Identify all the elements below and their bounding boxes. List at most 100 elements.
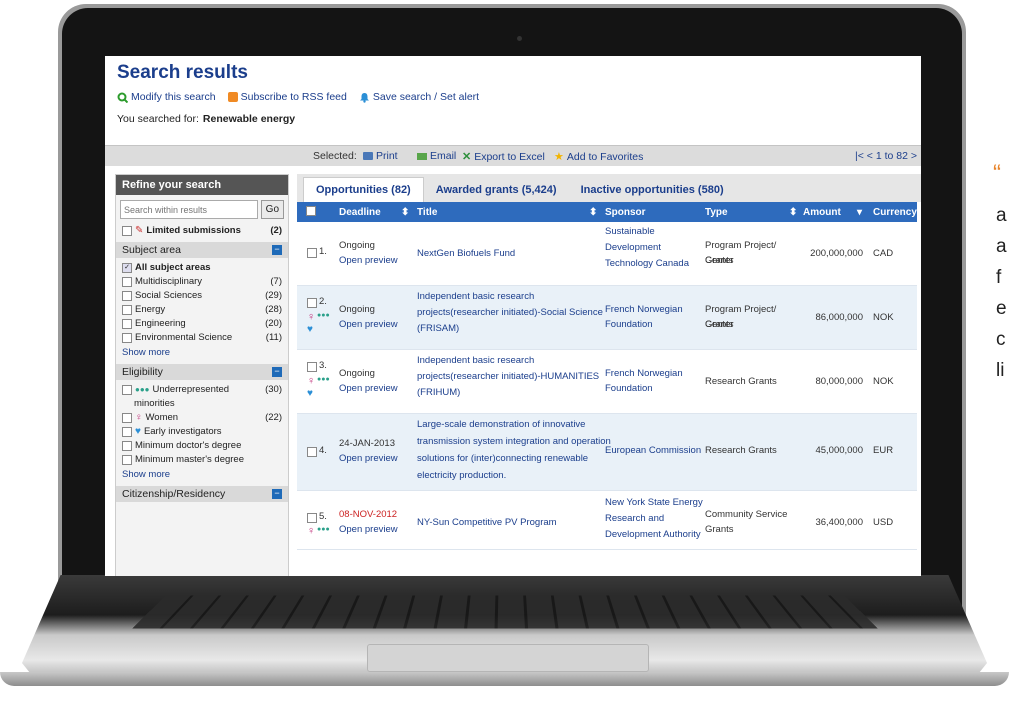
sort-icon[interactable]: ⬍ <box>401 207 409 218</box>
modify-search-link[interactable]: Modify this search <box>117 91 216 103</box>
tab-opportunities[interactable]: Opportunities (82) <box>303 177 424 202</box>
row-title-link[interactable]: solutions for (inter)connecting renewabl… <box>417 451 613 466</box>
row-title-link[interactable]: electricity production. <box>417 468 613 483</box>
table-row[interactable]: 3. ♀ ●●● ♥ Ongoing Open preview Independ… <box>297 350 917 414</box>
sort-icon[interactable]: ⬍ <box>789 207 797 218</box>
row-checkbox[interactable] <box>307 362 317 372</box>
row-checkbox[interactable] <box>307 447 317 457</box>
open-preview-link[interactable]: Open preview <box>339 522 398 537</box>
email-button[interactable]: Email <box>417 150 456 162</box>
citizenship-header[interactable]: Citizenship/Residency − <box>116 486 288 502</box>
export-excel-button[interactable]: ✕ Export to Excel <box>462 150 545 164</box>
checkbox[interactable] <box>122 441 132 451</box>
collapse-icon[interactable]: − <box>272 245 282 255</box>
printer-icon <box>363 152 373 160</box>
checkbox[interactable] <box>122 333 132 343</box>
row-sponsor[interactable]: Sustainable <box>605 224 703 239</box>
checkbox[interactable] <box>122 427 132 437</box>
row-sponsor[interactable]: Technology Canada <box>605 256 703 271</box>
row-sponsor[interactable]: Development Authority <box>605 527 703 542</box>
select-all-checkbox[interactable] <box>306 206 316 216</box>
subject-row[interactable]: Social Sciences (29) <box>116 289 288 303</box>
subject-row[interactable]: Engineering (20) <box>116 317 288 331</box>
rss-link[interactable]: Subscribe to RSS feed <box>227 91 347 103</box>
tab-awarded-grants[interactable]: Awarded grants (5,424) <box>424 178 569 202</box>
row-sponsor[interactable]: European Commission <box>605 443 703 458</box>
open-preview-link[interactable]: Open preview <box>339 317 398 332</box>
row-sponsor[interactable]: Foundation <box>605 381 703 396</box>
checkbox[interactable] <box>122 277 132 287</box>
eligibility-row[interactable]: ♥ Early investigators <box>116 425 288 439</box>
refine-heading: Refine your search <box>116 175 288 195</box>
row-title-link[interactable]: projects(researcher initiated)-HUMANITIE… <box>417 369 613 384</box>
column-sponsor[interactable]: Sponsor <box>605 207 646 218</box>
row-checkbox[interactable] <box>307 298 317 308</box>
column-amount[interactable]: Amount <box>803 207 841 218</box>
row-sponsor[interactable]: Foundation <box>605 317 703 332</box>
row-title-link[interactable]: (FRIHUM) <box>417 385 613 400</box>
row-sponsor[interactable]: New York State Energy <box>605 495 703 510</box>
eligibility-row[interactable]: ●●● Underrepresented (30) <box>116 383 288 397</box>
search-within-input[interactable] <box>120 200 258 219</box>
row-title-link[interactable]: transmission system integration and oper… <box>417 434 613 449</box>
subject-show-more-link[interactable]: Show more <box>116 345 288 360</box>
row-title-link[interactable]: projects(researcher initiated)-Social Sc… <box>417 305 613 320</box>
collapse-icon[interactable]: − <box>272 367 282 377</box>
row-sponsor[interactable]: French Norwegian <box>605 366 703 381</box>
checkbox[interactable] <box>122 226 132 236</box>
print-button[interactable]: Print <box>363 150 398 162</box>
table-row[interactable]: 1. Ongoing Open preview NextGen Biofuels… <box>297 222 917 286</box>
table-row[interactable]: 2. ♀ ●●● ♥ Ongoing Open preview Independ… <box>297 286 917 350</box>
checkbox[interactable] <box>122 455 132 465</box>
subject-row[interactable]: Energy (28) <box>116 303 288 317</box>
row-sponsor[interactable]: Development <box>605 240 703 255</box>
sort-desc-icon[interactable]: ▾ <box>857 207 862 218</box>
subject-row[interactable]: Environmental Science (11) <box>116 331 288 345</box>
row-title-link[interactable]: Independent basic research <box>417 353 613 368</box>
eligibility-header[interactable]: Eligibility − <box>116 364 288 380</box>
row-sponsor[interactable]: French Norwegian <box>605 302 703 317</box>
checkbox[interactable] <box>122 305 132 315</box>
column-currency[interactable]: Currency <box>873 207 917 218</box>
collapse-icon[interactable]: − <box>272 489 282 499</box>
open-preview-link[interactable]: Open preview <box>339 451 398 466</box>
checkbox[interactable] <box>122 385 132 395</box>
pagination[interactable]: |< < 1 to 82 > <box>855 150 917 162</box>
row-title-link[interactable]: Large-scale demonstration of innovative <box>417 417 613 432</box>
eligibility-row[interactable]: Minimum doctor's degree <box>116 439 288 453</box>
eligibility-row[interactable]: Minimum master's degree <box>116 453 288 467</box>
side-text-letter: li <box>996 360 1005 381</box>
tab-inactive-opportunities[interactable]: Inactive opportunities (580) <box>569 178 736 202</box>
checkbox[interactable] <box>122 319 132 329</box>
top-links: Modify this search Subscribe to RSS feed… <box>117 91 479 103</box>
save-search-link[interactable]: Save search / Set alert <box>359 91 479 103</box>
keyboard <box>132 595 878 629</box>
column-title[interactable]: Title <box>417 207 437 218</box>
row-title-link[interactable]: Independent basic research <box>417 289 613 304</box>
limited-submissions-row[interactable]: ✎ Limited submissions (2) <box>116 224 288 238</box>
go-button[interactable]: Go <box>260 200 284 219</box>
checkbox[interactable] <box>122 291 132 301</box>
open-preview-link[interactable]: Open preview <box>339 253 398 268</box>
table-row[interactable]: 5. ♀ ●●● 08-NOV-2012 Open preview NY-Sun… <box>297 491 917 550</box>
checkbox-checked[interactable]: ✓ <box>122 263 132 273</box>
add-favorites-button[interactable]: ★ Add to Favorites <box>554 150 643 164</box>
row-checkbox[interactable] <box>307 513 317 523</box>
subject-area-header[interactable]: Subject area − <box>116 242 288 258</box>
all-subjects-row[interactable]: ✓ All subject areas <box>116 261 288 275</box>
sort-icon[interactable]: ⬍ <box>589 207 597 218</box>
row-title-link[interactable]: NY-Sun Competitive PV Program <box>417 515 613 530</box>
column-type[interactable]: Type <box>705 207 728 218</box>
row-sponsor[interactable]: Research and <box>605 511 703 526</box>
row-title-link[interactable]: (FRISAM) <box>417 321 613 336</box>
table-row[interactable]: 4. 24-JAN-2013 Open preview Large-scale … <box>297 414 917 491</box>
open-preview-link[interactable]: Open preview <box>339 381 398 396</box>
subject-row[interactable]: Multidisciplinary (7) <box>116 275 288 289</box>
column-deadline[interactable]: Deadline <box>339 207 381 218</box>
row-title-link[interactable]: NextGen Biofuels Fund <box>417 246 613 261</box>
eligibility-show-more-link[interactable]: Show more <box>116 467 288 482</box>
row-currency: NOK <box>873 376 894 387</box>
eligibility-row[interactable]: ♀ Women (22) <box>116 411 288 425</box>
checkbox[interactable] <box>122 413 132 423</box>
row-checkbox[interactable] <box>307 248 317 258</box>
